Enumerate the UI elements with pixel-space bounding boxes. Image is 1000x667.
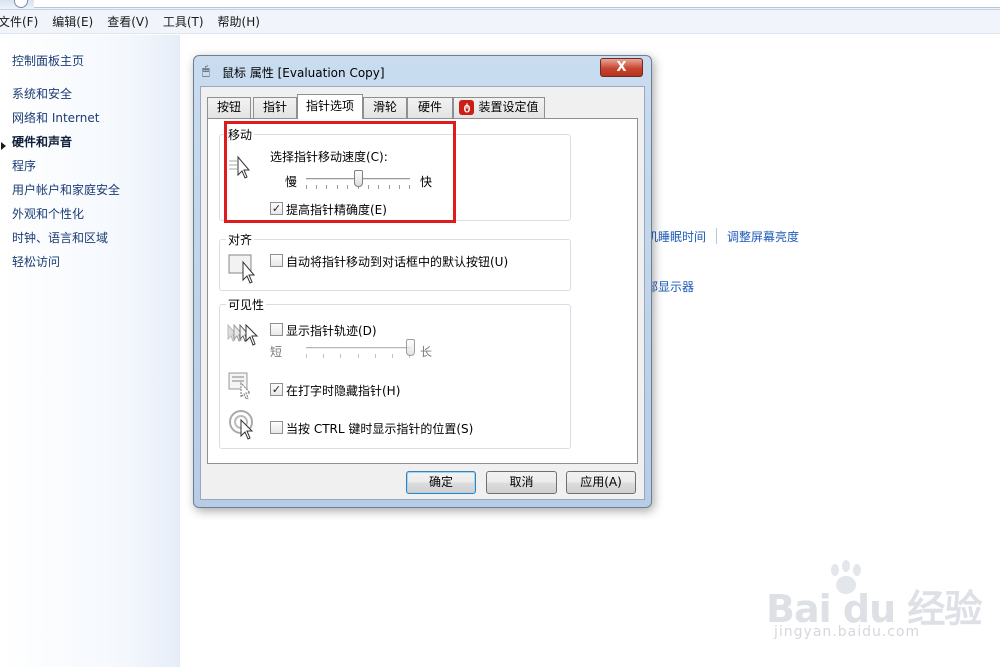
sidebar-item-ease-of-access[interactable]: 轻松访问: [12, 253, 60, 270]
highlight-box: [224, 121, 456, 223]
hide-while-typing-checkbox[interactable]: ✓: [270, 383, 283, 396]
trails-long-label: 长: [420, 345, 433, 359]
dialog-title: 鼠标 属性 [Evaluation Copy]: [222, 66, 385, 80]
ok-button[interactable]: 确定: [406, 471, 476, 494]
address-bar[interactable]: [34, 0, 1000, 8]
menu-bar: 文件(F) 编辑(E) 查看(V) 工具(T) 帮助(H): [0, 10, 1000, 34]
close-button[interactable]: X: [600, 58, 643, 77]
address-bar-strip: [0, 0, 1000, 10]
menu-view[interactable]: 查看(V): [107, 13, 149, 30]
menu-tools[interactable]: 工具(T): [163, 13, 204, 30]
link-separator: [716, 228, 717, 244]
menu-edit[interactable]: 编辑(E): [52, 13, 93, 30]
current-item-arrow-icon: [1, 142, 6, 150]
trails-short-label: 短: [270, 345, 283, 359]
tab-pointer-options[interactable]: 指针选项: [297, 94, 363, 119]
apply-button[interactable]: 应用(A): [566, 471, 636, 494]
hide-while-typing-label: 在打字时隐藏指针(H): [286, 384, 401, 398]
sidebar-item-user-accounts[interactable]: 用户帐户和家庭安全: [12, 181, 120, 198]
trails-slider-ticks: [306, 354, 410, 358]
sidebar-item-appearance[interactable]: 外观和个性化: [12, 205, 84, 222]
visibility-group-title: 可见性: [226, 296, 267, 313]
sleep-time-link[interactable]: 机睡眠时间: [646, 228, 706, 245]
sidebar-item-programs[interactable]: 程序: [12, 157, 36, 174]
tab-pointers[interactable]: 指针: [253, 97, 297, 118]
control-panel-sidebar: 控制面板主页 系统和安全 网络和 Internet 硬件和声音 程序 用户帐户和…: [0, 35, 180, 667]
checkmark-icon: ✓: [271, 383, 282, 396]
back-button[interactable]: [14, 0, 28, 8]
show-location-checkbox[interactable]: [270, 421, 283, 434]
sidebar-home-link[interactable]: 控制面板主页: [12, 52, 84, 69]
show-location-ctrl-icon: [229, 410, 254, 440]
tab-buttons[interactable]: 按钮: [207, 97, 251, 118]
adjust-brightness-link[interactable]: 调整屏幕亮度: [727, 228, 799, 245]
external-display-link[interactable]: 部显示器: [646, 278, 694, 295]
sidebar-item-network[interactable]: 网络和 Internet: [12, 109, 99, 126]
pointer-trails-icon: [227, 323, 259, 346]
hide-while-typing-icon: [228, 372, 252, 400]
pointer-trails-checkbox[interactable]: [270, 323, 283, 336]
tab-hardware[interactable]: 硬件: [407, 97, 453, 118]
sidebar-item-system-security[interactable]: 系统和安全: [12, 85, 72, 102]
cancel-button[interactable]: 取消: [486, 471, 557, 494]
snap-to-group-title: 对齐: [226, 231, 255, 248]
tab-device-settings-label: 装置设定值: [478, 100, 539, 114]
watermark-url: jingyan.baidu.com: [774, 624, 921, 640]
device-settings-icon: ტ: [459, 100, 475, 115]
snap-to-checkbox[interactable]: [270, 254, 283, 267]
snap-to-group: 对齐 自动将指针移动到对话框中的默认按钮(U): [219, 231, 571, 291]
tab-device-settings[interactable]: ტ 装置设定值: [453, 97, 545, 118]
sidebar-item-hardware-sound[interactable]: 硬件和声音: [12, 133, 72, 150]
pointer-trails-label: 显示指针轨迹(D): [286, 324, 377, 338]
show-location-label: 当按 CTRL 键时显示指针的位置(S): [286, 422, 474, 436]
tab-wheel[interactable]: 滑轮: [363, 97, 407, 118]
snap-to-label: 自动将指针移动到对话框中的默认按钮(U): [286, 255, 509, 269]
visibility-group: 可见性 显示指针轨迹(D) 短 长 ✓ 在打字时隐藏指针(H) 当按 CTRL …: [219, 296, 571, 449]
snap-to-default-icon: [228, 254, 256, 284]
sidebar-item-clock-language[interactable]: 时钟、语言和区域: [12, 229, 108, 246]
trails-slider-track[interactable]: [306, 347, 410, 350]
trails-slider-thumb[interactable]: [406, 339, 415, 356]
dialog-titlebar[interactable]: 🖱 鼠标 属性 [Evaluation Copy] X: [194, 56, 651, 86]
menu-file[interactable]: 文件(F): [0, 13, 38, 30]
baidu-watermark: Bai du 经验 jingyan.baidu.com: [760, 560, 990, 660]
mouse-icon: 🖱: [202, 64, 210, 79]
menu-help[interactable]: 帮助(H): [218, 13, 260, 30]
